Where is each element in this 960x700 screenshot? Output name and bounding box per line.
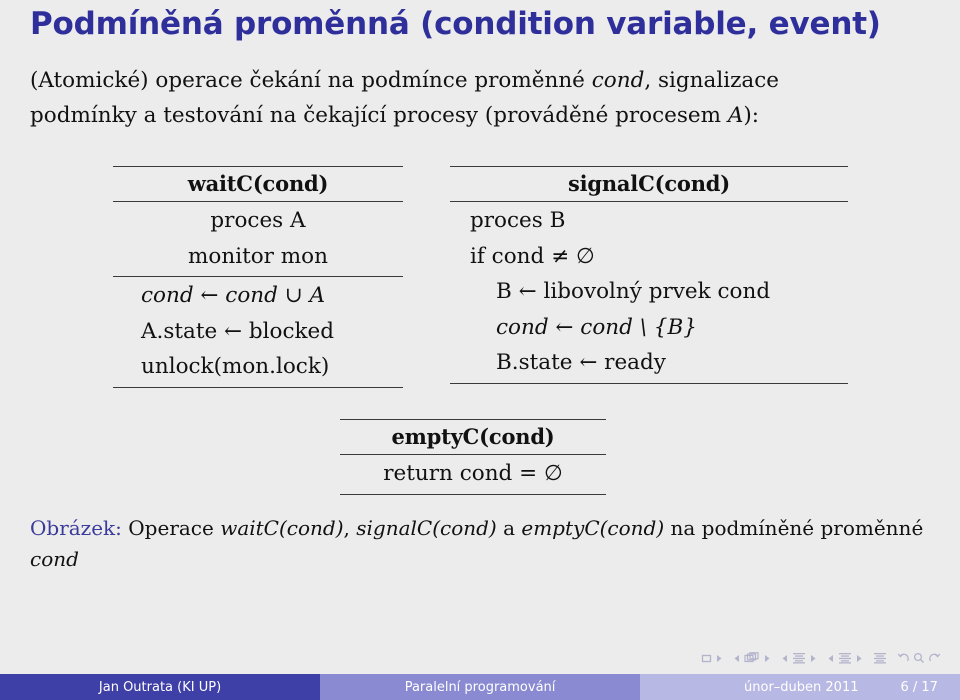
signalc-bottom-rule (450, 382, 848, 384)
frame-prev-icon[interactable] (733, 653, 741, 664)
signalc-row-if: if cond ≠ ∅ (450, 239, 848, 275)
forward-icon[interactable] (928, 652, 941, 664)
emptyc-body: return cond = ∅ (340, 455, 606, 494)
footer-page-number: 6 / 17 (900, 679, 938, 695)
signalc-header: signalC(cond) (567, 171, 731, 196)
emptyc-table: emptyC(cond) return cond = ∅ (340, 419, 606, 495)
subsection-prev-icon[interactable] (781, 653, 789, 664)
footer-date-page: únor–duben 2011 6 / 17 (640, 674, 960, 700)
nav-group-document (873, 652, 887, 664)
waitc-row-monitor: monitor mon (188, 243, 328, 269)
intro-line-1-a: (Atomické) operace čekání na podmínce pr… (30, 68, 592, 93)
caption-op-waitc: waitC(cond) (220, 516, 344, 540)
slide: Podmíněná proměnná (condition variable, … (0, 0, 960, 700)
intro-line-2-italic: A (727, 103, 744, 128)
footer-title: Paralelní programování (320, 674, 641, 700)
subsection-next-icon[interactable] (809, 653, 817, 664)
waitc-table: waitC(cond) proces A monitor mon cond ← … (113, 166, 403, 388)
intro-line-1-italic: cond (591, 68, 645, 93)
signalc-row-remove: cond ← cond \ {B} (450, 310, 848, 346)
search-icon[interactable] (913, 652, 925, 664)
figure-caption: Obrázek: Operace waitC(cond), signalC(co… (30, 513, 930, 575)
document-icon[interactable] (873, 652, 887, 664)
intro-line-2-b: ): (743, 103, 760, 128)
intro-line-1-b: , signalizace (644, 68, 780, 93)
emptyc-header: emptyC(cond) (391, 424, 555, 449)
frame-icon[interactable] (744, 652, 760, 664)
signalc-row-proces: proces B (470, 208, 566, 233)
section-next-icon[interactable] (855, 653, 863, 664)
signalc-row-pick: B ← libovolný prvek cond (450, 274, 848, 310)
waitc-bottom-rule (113, 386, 403, 388)
emptyc-bottom-rule (340, 493, 606, 495)
frame-next-icon[interactable] (763, 653, 771, 664)
nav-group-frame (733, 652, 771, 664)
nav-group-history (897, 652, 941, 664)
back-icon[interactable] (897, 652, 910, 664)
nav-group-slide (701, 653, 723, 664)
waitc-header: waitC(cond) (187, 171, 329, 196)
waitc-row-unlock: unlock(mon.lock) (141, 354, 330, 379)
navigation-symbols (701, 648, 948, 668)
caption-op-signalc: signalC(cond) (356, 516, 497, 540)
signalc-row-if-text: if cond ≠ ∅ (470, 243, 595, 269)
caption-text-b: na podmíněné proměnné (664, 516, 924, 540)
footer-date: únor–duben 2011 (744, 679, 859, 695)
signalc-row-ready-text: B.state ← ready (496, 350, 666, 375)
page-title: Podmíněná proměnná (condition variable, … (30, 6, 881, 42)
caption-op-cond: cond (30, 547, 79, 571)
caption-text-a: Operace (121, 516, 221, 540)
section-icon[interactable] (838, 652, 852, 664)
intro-line-2: podmínky a testování na čekající procesy… (30, 98, 930, 133)
signalc-row-remove-text: cond ← cond \ {B} (496, 314, 697, 340)
signalc-body: proces B if cond ≠ ∅ B ← libovolný prvek… (450, 202, 848, 383)
subsection-icon[interactable] (792, 652, 806, 664)
nav-group-subsection (781, 652, 817, 664)
caption-label: Obrázek: (30, 516, 122, 540)
emptyc-row-return: return cond = ∅ (383, 461, 563, 486)
caption-op-emptyc: emptyC(cond) (521, 516, 665, 540)
intro-paragraph: (Atomické) operace čekání na podmínce pr… (30, 63, 930, 133)
waitc-row-state-blocked: A.state ← blocked (141, 318, 335, 344)
signalc-table: signalC(cond) proces B if cond ≠ ∅ B ← l… (450, 166, 848, 384)
waitc-row-cond-assign: cond ← cond ∪ A (141, 283, 326, 308)
section-prev-icon[interactable] (827, 653, 835, 664)
waitc-upper-body: proces A monitor mon (113, 202, 403, 276)
intro-line-2-a: podmínky a testování na čekající procesy… (30, 103, 728, 128)
caption-sep-1: , (343, 516, 357, 540)
nav-group-section (827, 652, 863, 664)
footer-author: Jan Outrata (KI UP) (0, 674, 321, 700)
caption-sep-2: a (496, 516, 522, 540)
signalc-row-pick-text: B ← libovolný prvek cond (496, 279, 771, 304)
waitc-row-proces: proces A (210, 208, 306, 233)
footer-bar: Jan Outrata (KI UP) Paralelní programová… (0, 674, 960, 700)
intro-line-1: (Atomické) operace čekání na podmínce pr… (30, 63, 930, 98)
signalc-row-ready: B.state ← ready (450, 345, 848, 381)
waitc-lower-body: cond ← cond ∪ A A.state ← blocked unlock… (113, 277, 403, 387)
slide-first-icon[interactable] (701, 653, 712, 664)
slide-next-icon[interactable] (715, 653, 723, 664)
